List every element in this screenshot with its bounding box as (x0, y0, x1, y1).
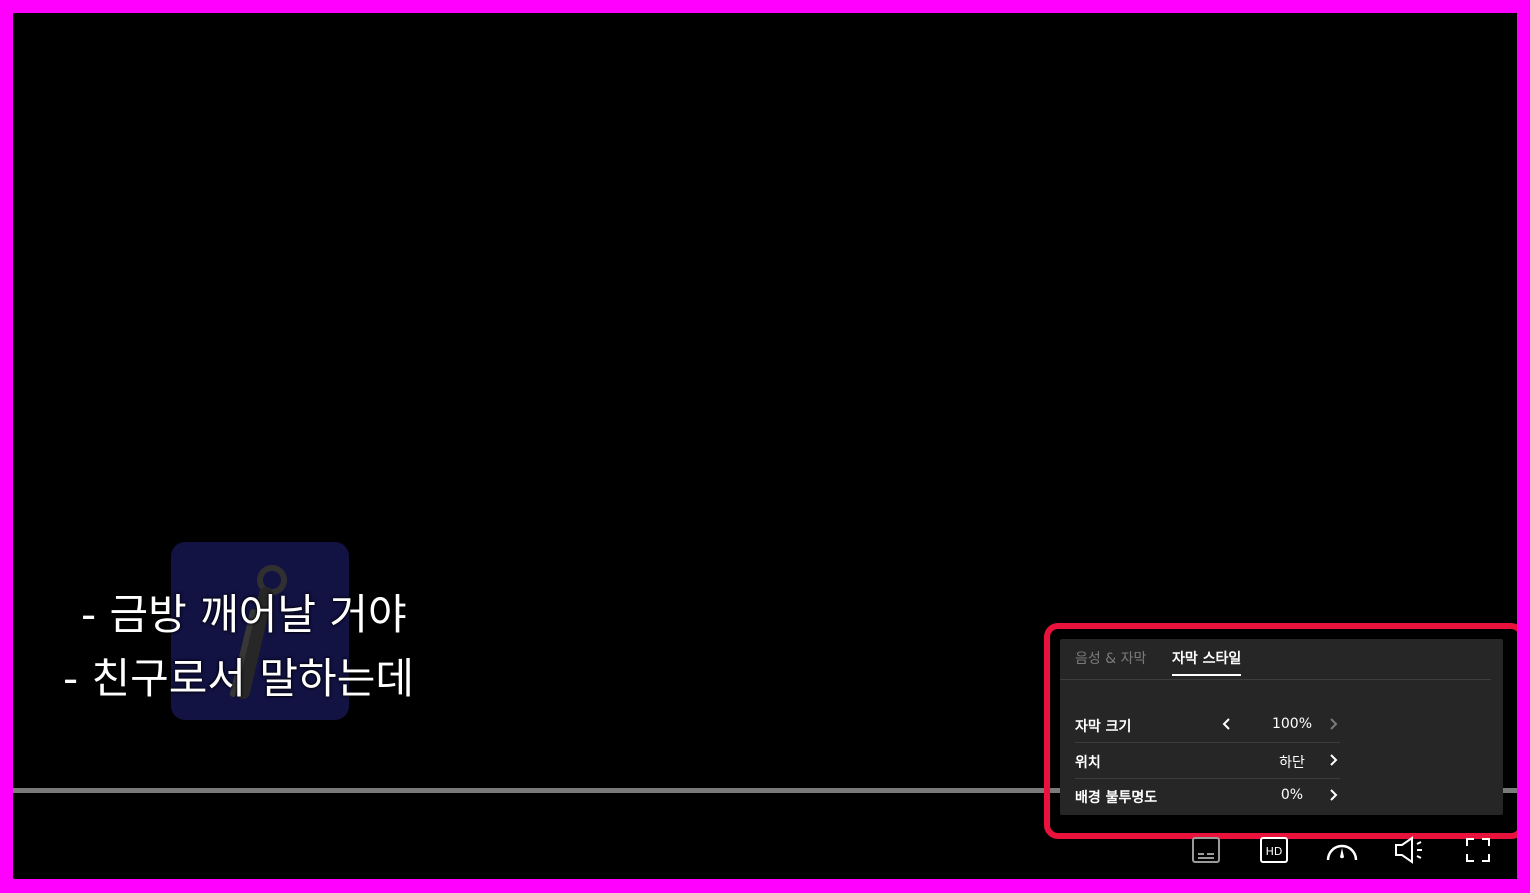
setting-row-background-opacity[interactable]: 배경 불투명도 0% (1075, 778, 1340, 813)
chevron-right-icon[interactable] (1325, 786, 1341, 804)
subtitle-text: - 금방 깨어날 거야 - 친구로서 말하는데 (63, 583, 503, 711)
setting-label: 위치 (1075, 755, 1101, 771)
tab-audio-subtitles[interactable]: 음성 & 자막 (1075, 648, 1146, 668)
chevron-right-icon[interactable] (1325, 715, 1341, 733)
chevron-left-icon[interactable] (1219, 715, 1235, 733)
setting-row-position[interactable]: 위치 하단 (1075, 743, 1340, 779)
chevron-right-icon[interactable] (1325, 751, 1341, 769)
hd-label: HD (1266, 845, 1283, 858)
subtitle-line-1: - 금방 깨어날 거야 (81, 590, 407, 639)
playback-speed-icon[interactable] (1324, 833, 1360, 867)
setting-row-subtitle-size: 자막 크기 100% (1075, 707, 1340, 743)
volume-icon[interactable] (1392, 833, 1428, 867)
subtitle-line-2: - 친구로서 말하는데 (63, 654, 414, 703)
fullscreen-icon[interactable] (1460, 833, 1496, 867)
tab-subtitle-style[interactable]: 자막 스타일 (1172, 648, 1242, 676)
video-player[interactable]: - 금방 깨어날 거야 - 친구로서 말하는데 음성 & 자막 자막 스타일 자… (13, 13, 1517, 879)
hd-quality-button[interactable]: HD (1256, 833, 1292, 867)
setting-label: 배경 불투명도 (1075, 790, 1158, 806)
settings-tabs: 음성 & 자막 자막 스타일 (1060, 639, 1491, 680)
subtitles-icon[interactable] (1188, 833, 1224, 867)
setting-label: 자막 크기 (1075, 719, 1132, 735)
subtitle-settings-panel: 음성 & 자막 자막 스타일 자막 크기 100% 위치 하단 배경 불투명도 … (1060, 639, 1503, 815)
